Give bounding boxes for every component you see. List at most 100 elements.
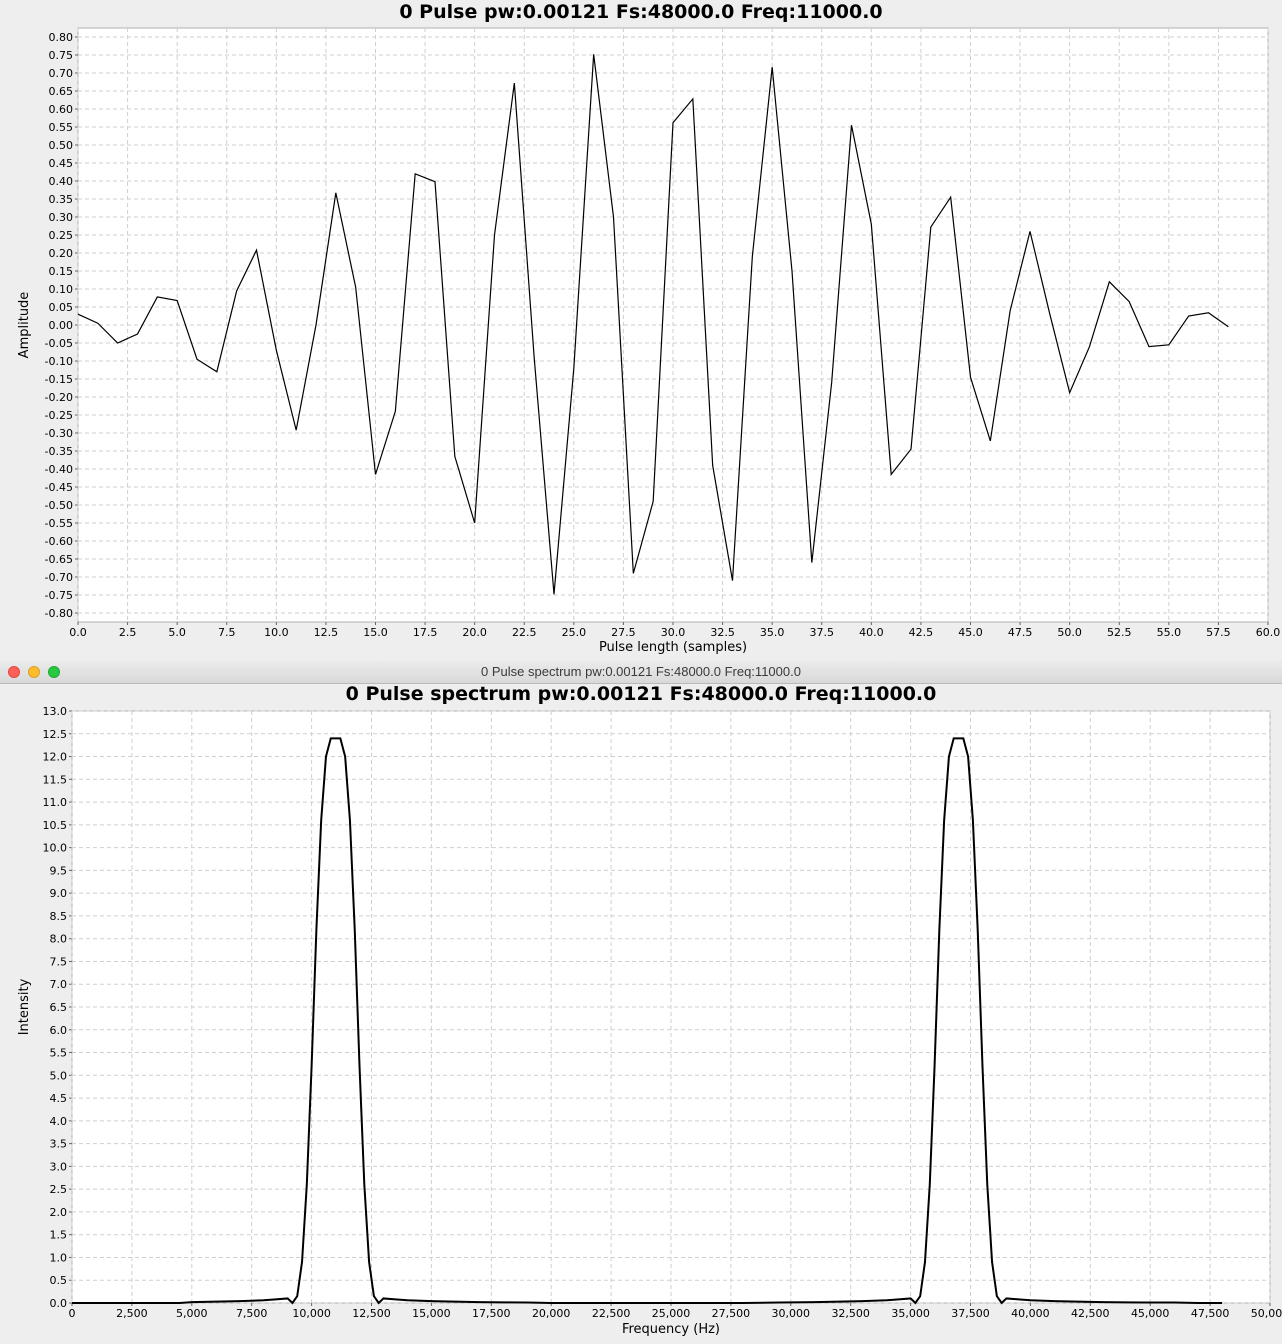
y-tick-label: 13.0 (43, 705, 68, 718)
x-tick-label: 17,500 (472, 1307, 511, 1320)
y-tick-label: -0.60 (45, 535, 73, 548)
y-tick-label: 2.5 (50, 1183, 68, 1196)
x-tick-label: 27.5 (611, 626, 636, 639)
x-tick-label: 40.0 (859, 626, 884, 639)
y-tick-label: 0.70 (49, 67, 74, 80)
x-tick-label: 57.5 (1206, 626, 1231, 639)
x-axis-label: Pulse length (samples) (599, 640, 747, 655)
x-tick-label: 37,500 (951, 1307, 990, 1320)
x-tick-label: 2.5 (119, 626, 137, 639)
y-tick-label: 9.0 (50, 887, 68, 900)
y-tick-label: 6.5 (50, 1001, 68, 1014)
x-tick-label: 10.0 (264, 626, 289, 639)
x-tick-label: 15,000 (412, 1307, 451, 1320)
x-tick-label: 25.0 (562, 626, 587, 639)
y-tick-label: 0.5 (50, 1274, 68, 1287)
y-axis-label: Amplitude (17, 292, 32, 359)
x-tick-label: 20,000 (532, 1307, 571, 1320)
x-tick-label: 22,500 (592, 1307, 631, 1320)
y-tick-label: 0.40 (49, 175, 74, 188)
y-tick-label: -0.20 (45, 391, 73, 404)
y-tick-label: 5.0 (50, 1069, 68, 1082)
x-tick-label: 40,000 (1011, 1307, 1050, 1320)
spectrum-chart: 13.0 12.5 12.0 11.5 11.0 10.5 10.0 9.5 9.0 8.5 8.0… (17, 705, 1282, 1337)
y-tick-label: -0.70 (45, 571, 73, 584)
y-tick-label: 5.5 (50, 1047, 68, 1060)
x-tick-label: 27,500 (712, 1307, 751, 1320)
y-tick-label: 1.5 (50, 1229, 68, 1242)
x-tick-label: 12,500 (352, 1307, 391, 1320)
y-tick-label: -0.10 (45, 355, 73, 368)
y-tick-label: 0.75 (49, 49, 74, 62)
y-tick-label: -0.80 (45, 607, 73, 620)
x-tick-label: 0.0 (69, 626, 87, 639)
y-tick-label: 6.0 (50, 1024, 68, 1037)
y-tick-label: 0.10 (49, 283, 74, 296)
x-tick-label: 52.5 (1107, 626, 1132, 639)
y-tick-label: 0.00 (49, 319, 74, 332)
x-tick-label: 55.0 (1157, 626, 1182, 639)
y-tick-label: 0.25 (49, 229, 74, 242)
x-tick-label: 35,000 (891, 1307, 930, 1320)
y-tick-label: -0.30 (45, 427, 73, 440)
x-axis-label: Frequency (Hz) (622, 1322, 720, 1337)
y-tick-label: 11.5 (43, 773, 68, 786)
x-tick-label: 30,000 (772, 1307, 811, 1320)
y-tick-label: 8.5 (50, 910, 68, 923)
x-tick-label: 20.0 (462, 626, 487, 639)
y-tick-label: 0.80 (49, 31, 74, 44)
spectrum-window: 0 Pulse spectrum pw:0.00121 Fs:48000.0 F… (0, 660, 1282, 1344)
x-tick-label: 35.0 (760, 626, 785, 639)
y-tick-label: -0.05 (45, 337, 73, 350)
x-tick-label: 42.5 (909, 626, 934, 639)
x-tick-label: 15.0 (363, 626, 388, 639)
y-tick-label: -0.25 (45, 409, 73, 422)
x-tick-label: 30.0 (661, 626, 686, 639)
x-tick-label: 10,000 (292, 1307, 331, 1320)
y-tick-label: 10.5 (43, 819, 68, 832)
x-tick-label: 45,000 (1131, 1307, 1170, 1320)
x-tick-label: 50.0 (1057, 626, 1082, 639)
y-tick-label: 1.0 (50, 1251, 68, 1264)
y-tick-label: 0.0 (50, 1297, 68, 1310)
y-tick-label: -0.15 (45, 373, 73, 386)
y-tick-label: -0.35 (45, 445, 73, 458)
y-tick-label: 3.5 (50, 1138, 68, 1151)
y-tick-label: -0.45 (45, 481, 73, 494)
x-tick-label: 47.5 (1008, 626, 1033, 639)
y-tick-label: 0.65 (49, 85, 74, 98)
y-tick-label: 4.5 (50, 1092, 68, 1105)
y-tick-label: 12.5 (43, 728, 68, 741)
x-tick-label: 25,000 (652, 1307, 691, 1320)
y-tick-label: 0.15 (49, 265, 74, 278)
x-tick-label: 42,500 (1071, 1307, 1110, 1320)
y-tick-label: 0.30 (49, 211, 74, 224)
y-tick-label: 0.20 (49, 247, 74, 260)
y-axis-label: Intensity (17, 978, 32, 1035)
x-tick-label: 60.0 (1256, 626, 1281, 639)
x-tick-label: 32,500 (831, 1307, 870, 1320)
x-tick-label: 47,500 (1191, 1307, 1230, 1320)
y-tick-label: 0.45 (49, 157, 74, 170)
y-tick-label: -0.75 (45, 589, 73, 602)
x-tick-label: 12.5 (314, 626, 339, 639)
x-tick-label: 5.0 (168, 626, 186, 639)
x-tick-label: 50,000 (1251, 1307, 1282, 1320)
y-tick-label: 3.0 (50, 1160, 68, 1173)
y-tick-label: 4.0 (50, 1115, 68, 1128)
y-tick-label: -0.50 (45, 499, 73, 512)
y-tick-label: 8.0 (50, 933, 68, 946)
y-tick-label: 0.60 (49, 103, 74, 116)
y-tick-label: 0.50 (49, 139, 74, 152)
y-tick-label: 7.0 (50, 978, 68, 991)
y-tick-label: 0.05 (49, 301, 74, 314)
y-tick-label: 2.0 (50, 1206, 68, 1219)
x-tick-label: 7,500 (236, 1307, 268, 1320)
pulse-window: 0 Pulse pw:0.00121 Fs:48000.0 Freq:11000… (0, 0, 1282, 658)
y-tick-label: 7.5 (50, 955, 68, 968)
y-tick-label: 0.55 (49, 121, 74, 134)
y-tick-label: -0.40 (45, 463, 73, 476)
y-tick-label: 10.0 (43, 842, 68, 855)
y-tick-label: -0.55 (45, 517, 73, 530)
x-tick-label: 45.0 (958, 626, 983, 639)
